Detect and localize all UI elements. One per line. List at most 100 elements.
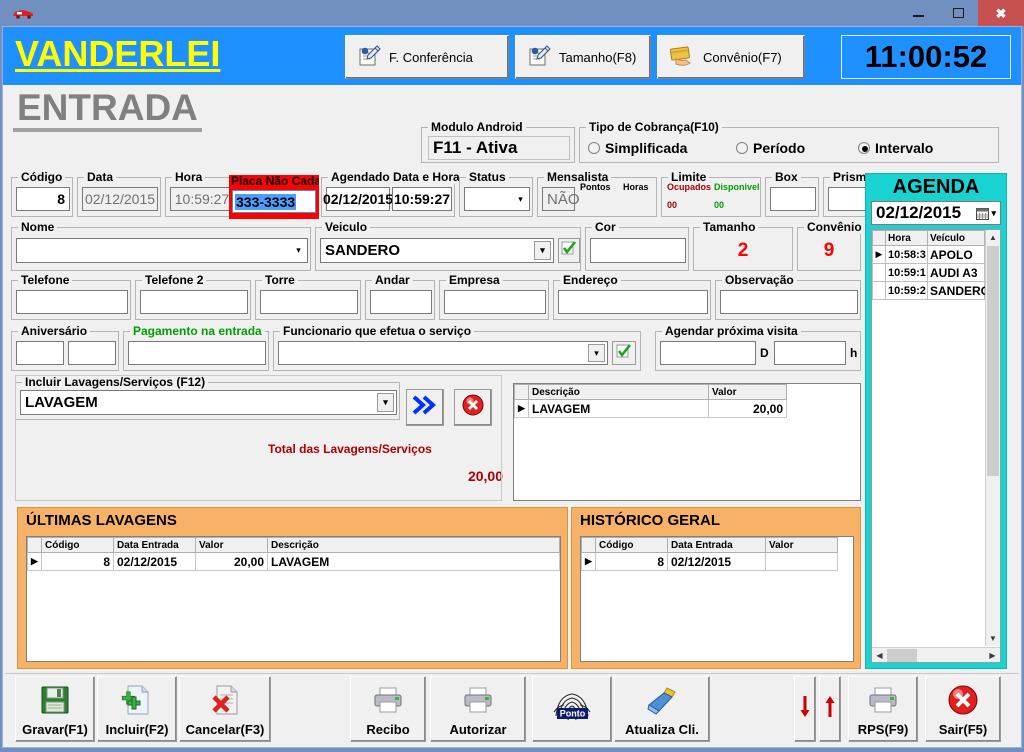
table-header-row: Hora Veículo xyxy=(872,230,985,246)
add-servico-button[interactable] xyxy=(406,389,444,426)
agenda-vertical-scrollbar[interactable]: ▲ ▼ xyxy=(985,230,1000,646)
empresa-field[interactable] xyxy=(444,290,546,314)
mensalista-pontos-label: Pontos xyxy=(580,182,611,192)
veiculo-select[interactable]: SANDERO ▾ xyxy=(320,238,554,263)
agendado-time-field[interactable]: 10:59:27 xyxy=(392,187,452,211)
agenda-grid[interactable]: Hora Veículo ▶ 10:58:3 APOLO 10:59:1 AUD… xyxy=(872,230,985,646)
incluir-button[interactable]: Incluir(F2) xyxy=(97,676,177,742)
box-caption: Box xyxy=(772,170,801,184)
scroll-left-icon[interactable]: ◀ xyxy=(872,651,887,660)
aniversario-caption: Aniversário xyxy=(18,324,91,338)
agendar-days-field[interactable] xyxy=(660,341,756,365)
agenda-horizontal-scrollbar[interactable]: ◀ ▶ xyxy=(872,647,1000,662)
table-row[interactable]: 10:59:2 SANDERO xyxy=(872,281,985,300)
hora-caption: Hora xyxy=(172,170,206,184)
rps-button[interactable]: RPS(F9) xyxy=(848,676,918,742)
radio-periodo[interactable]: Período xyxy=(736,140,805,156)
ultimas-lavagens-grid[interactable]: Código Data Entrada Valor Descrição ▶ 8 … xyxy=(26,536,561,662)
aniversario-day-field[interactable] xyxy=(16,341,64,365)
svg-text:Ponto: Ponto xyxy=(560,709,586,719)
placa-input-wrapper[interactable]: 333-3333 xyxy=(232,190,316,213)
maximize-icon xyxy=(952,8,964,18)
endereco-field[interactable] xyxy=(558,290,708,314)
page-title: ENTRADA xyxy=(13,89,202,132)
telefone2-field[interactable] xyxy=(140,290,248,314)
row-marker xyxy=(872,281,886,300)
agenda-date-picker[interactable]: 02/12/2015 ▾ xyxy=(871,201,1001,225)
red-x-circle-icon xyxy=(947,677,979,722)
data-field[interactable]: 02/12/2015 xyxy=(82,187,158,211)
status-select[interactable]: ▾ xyxy=(464,187,530,211)
arrow-down-icon xyxy=(798,677,812,737)
tamanho-value: 2 xyxy=(737,240,749,261)
agendar-visita-caption: Agendar próxima visita xyxy=(662,324,801,338)
andar-field[interactable] xyxy=(370,290,432,314)
cell-descricao: LAVAGEM xyxy=(528,399,709,418)
agendado-date-field[interactable]: 02/12/2015 xyxy=(323,187,393,211)
header-button-conferencia[interactable]: F. Conferência xyxy=(345,35,509,79)
box-field[interactable] xyxy=(770,187,816,211)
scrollbar-thumb[interactable] xyxy=(887,648,917,662)
funcionario-select[interactable]: ▾ xyxy=(278,341,608,365)
scrollbar-thumb[interactable] xyxy=(987,246,999,476)
calendar-icon: ▾ xyxy=(976,207,996,220)
historico-geral-title: HISTÓRICO GERAL xyxy=(580,512,721,529)
ponto-button[interactable]: Ponto Ponto xyxy=(532,676,612,742)
table-row[interactable]: ▶ 10:58:3 APOLO xyxy=(872,245,985,264)
floppy-save-icon xyxy=(38,677,72,722)
sair-button[interactable]: Sair(F5) xyxy=(925,676,1001,742)
scroll-up-icon[interactable]: ▲ xyxy=(986,230,1000,245)
radio-intervalo[interactable]: Intervalo xyxy=(858,140,933,156)
table-row[interactable]: ▶ 8 02/12/2015 20,00 LAVAGEM xyxy=(27,552,560,571)
cor-field[interactable] xyxy=(590,238,686,263)
hora-field[interactable]: 10:59:27 xyxy=(170,187,234,211)
close-button[interactable]: ✖ xyxy=(978,0,1024,26)
row-marker-header xyxy=(872,230,886,246)
pagamento-field[interactable] xyxy=(128,341,266,365)
gravar-button[interactable]: Gravar(F1) xyxy=(15,676,95,742)
delete-servico-button[interactable] xyxy=(454,389,492,426)
header-button-convenio[interactable]: Convênio(F7) xyxy=(657,35,805,79)
chevron-down-icon: ▾ xyxy=(588,344,605,362)
torre-field[interactable] xyxy=(260,290,358,314)
cancelar-button[interactable]: Cancelar(F3) xyxy=(179,676,271,742)
agendar-days-unit: D xyxy=(760,346,769,360)
veiculo-confirm-button[interactable] xyxy=(558,238,580,263)
aniversario-month-field[interactable] xyxy=(68,341,116,365)
atualiza-cli-button[interactable]: Atualiza Cli. xyxy=(614,676,710,742)
table-row[interactable]: ▶ LAVAGEM 20,00 xyxy=(514,399,860,418)
servico-select[interactable]: LAVAGEM ▾ xyxy=(20,390,397,415)
arrow-up-icon xyxy=(823,677,837,737)
cancelar-label: Cancelar(F3) xyxy=(185,722,265,737)
telefone-field[interactable] xyxy=(16,290,128,314)
minimize-button[interactable] xyxy=(898,0,938,26)
historico-geral-grid[interactable]: Código Data Entrada Valor ▶ 8 02/12/2015 xyxy=(580,536,854,662)
recibo-button[interactable]: Recibo xyxy=(350,676,426,742)
row-marker: ▶ xyxy=(581,552,596,571)
header-button-tamanho[interactable]: Tamanho(F8) xyxy=(515,35,651,79)
scroll-right-icon[interactable]: ▶ xyxy=(985,651,1000,660)
radio-label: Simplificada xyxy=(605,140,688,156)
row-marker: ▶ xyxy=(27,552,42,571)
cell-valor xyxy=(765,552,838,571)
cell-codigo: 8 xyxy=(595,552,668,571)
move-up-button[interactable] xyxy=(819,676,841,742)
maximize-button[interactable] xyxy=(938,0,978,26)
limite-group: Limite Ocupados Disponivel 00 00 xyxy=(661,170,761,217)
table-row[interactable]: 10:59:1 AUDI A3 xyxy=(872,263,985,282)
codigo-field[interactable]: 8 xyxy=(16,187,70,211)
servicos-grid[interactable]: Descrição Valor ▶ LAVAGEM 20,00 xyxy=(513,383,861,501)
funcionario-confirm-button[interactable] xyxy=(612,341,636,365)
move-down-button[interactable] xyxy=(794,676,816,742)
scroll-down-icon[interactable]: ▼ xyxy=(986,631,1000,646)
agendar-hours-field[interactable] xyxy=(774,341,846,365)
table-row[interactable]: ▶ 8 02/12/2015 xyxy=(581,552,853,571)
nome-select[interactable]: ▾ xyxy=(16,238,308,263)
column-filler xyxy=(786,384,860,400)
radio-simplificada[interactable]: Simplificada xyxy=(588,140,687,156)
observacao-field[interactable] xyxy=(720,290,858,314)
mensalista-horas-label: Horas xyxy=(623,182,649,192)
autorizar-button[interactable]: Autorizar xyxy=(430,676,526,742)
double-chevron-right-icon xyxy=(411,394,439,421)
radio-icon-selected xyxy=(858,142,870,154)
